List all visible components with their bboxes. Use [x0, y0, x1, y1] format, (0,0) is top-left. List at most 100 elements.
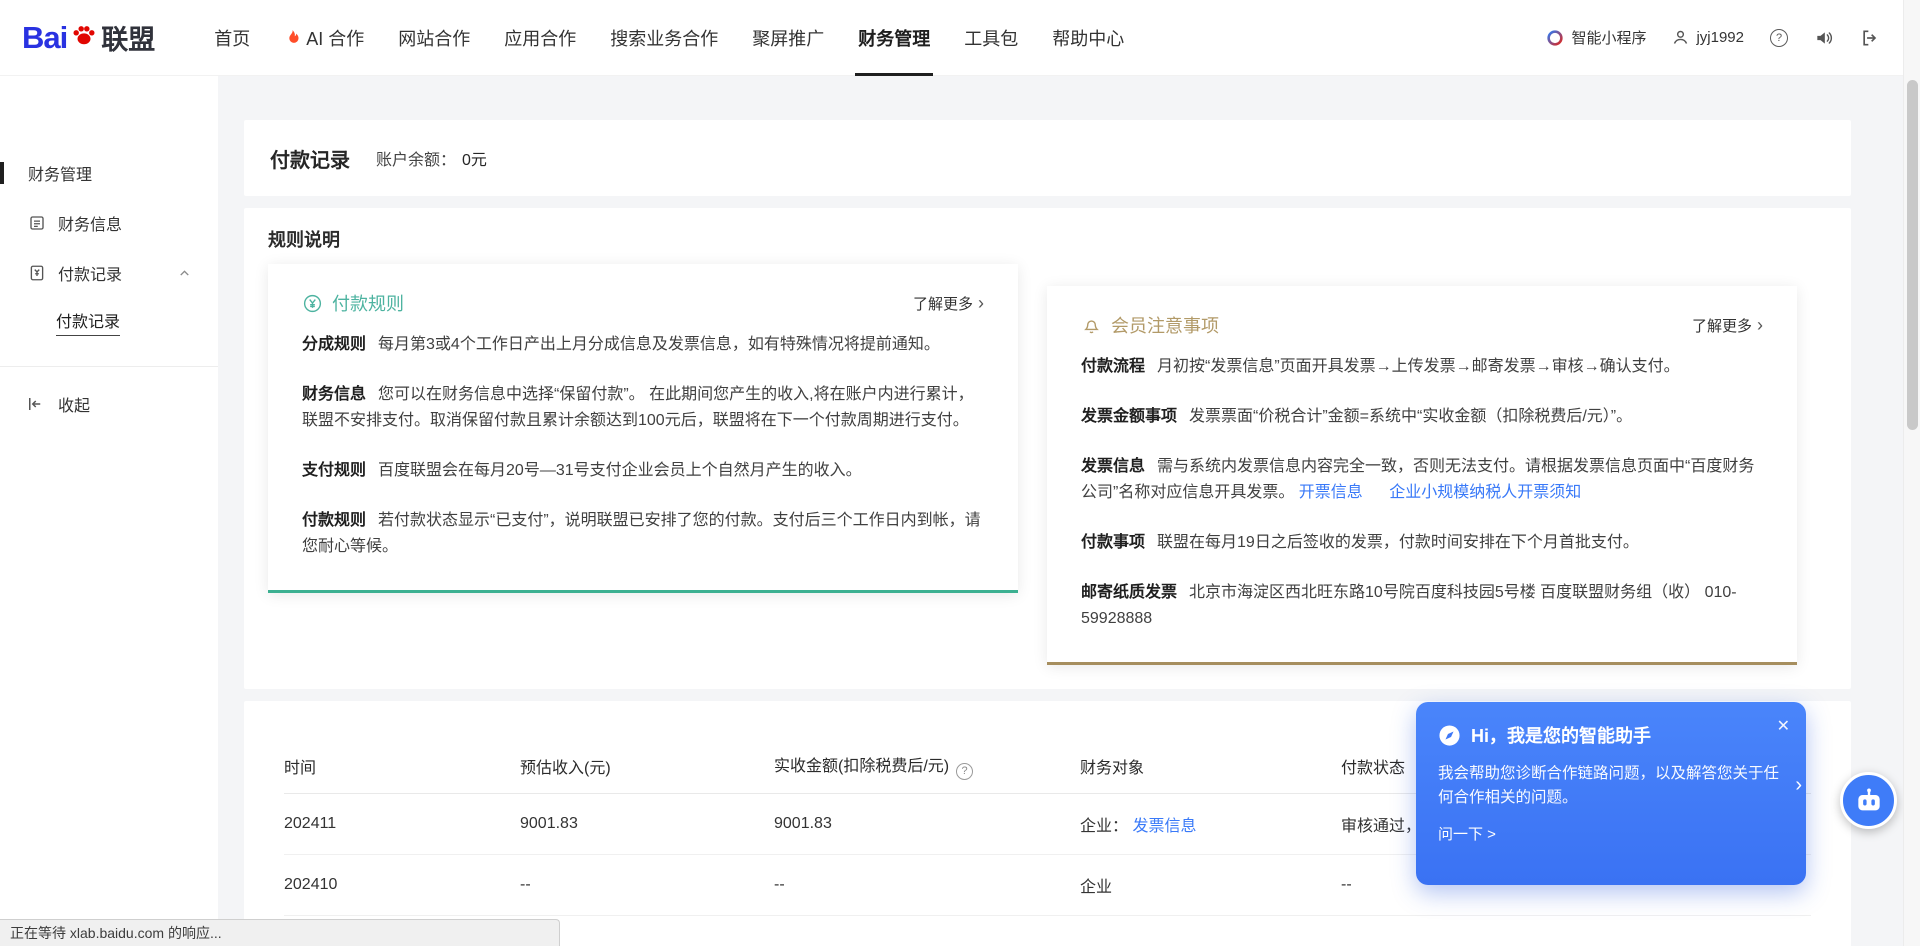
small-taxpayer-invoice-guide-link[interactable]: 企业小规模纳税人开票须知 [1389, 484, 1581, 501]
member-notes-title-row: 会员注意事项 [1081, 312, 1219, 338]
collapse-icon [26, 395, 44, 413]
nav-item-app-cooperation[interactable]: 应用合作 [487, 0, 593, 76]
sidebar-collapse-label: 收起 [58, 392, 90, 416]
sidebar-divider [0, 366, 218, 367]
popup-side-chevron-icon[interactable]: › [1795, 774, 1802, 797]
rule-item: 发票信息需与系统内发票信息内容完全一致，否则无法支付。请根据发票信息页面中“百度… [1081, 454, 1763, 506]
payment-rules-title: 付款规则 [332, 290, 404, 316]
vertical-scrollbar[interactable] [1903, 0, 1920, 946]
rules-section-title: 规则说明 [268, 226, 1827, 252]
balance-value: 0元 [462, 146, 487, 170]
flame-icon [284, 28, 301, 47]
scrollbar-thumb[interactable] [1907, 80, 1918, 430]
page-header-card: 付款记录 账户余额： 0元 [244, 120, 1851, 196]
nav-item-help-center[interactable]: 帮助中心 [1035, 0, 1141, 76]
status-text: 正在等待 xlab.baidu.com 的响应... [10, 923, 222, 943]
sidebar-item-finance-management[interactable]: 财务管理 [0, 148, 218, 198]
assistant-button[interactable] [1840, 772, 1897, 829]
nav-item-ai-label: AI 合作 [306, 25, 364, 51]
smart-mini-program-link[interactable]: 智能小程序 [1546, 27, 1646, 48]
cell-estimated: 9001.83 [520, 793, 774, 854]
nav-item-ai-cooperation[interactable]: AI 合作 [267, 0, 381, 76]
close-icon[interactable]: ✕ [1777, 716, 1790, 736]
sidebar-finance-management-label: 财务管理 [28, 161, 92, 185]
baidu-union-finance-page: { "icons": { "chevron_right": "›", "clos… [0, 0, 1920, 946]
nav-item-search-cooperation[interactable]: 搜索业务合作 [593, 0, 735, 76]
chevron-right-icon: › [1757, 316, 1763, 334]
logo-bai-text: Bai [22, 20, 67, 56]
assistant-ask-link[interactable]: 问一下 > [1438, 823, 1784, 844]
top-navbar: Bai 联盟 首页 AI 合作 网站合作 应用合作 搜索业务合作 聚屏推广 财务… [0, 0, 1920, 76]
rule-boxes: 付款规则 了解更多 › 分成规则每月第3或4个工作日产出上月分成信息及发票信息，… [268, 264, 1827, 665]
rule-item: 发票金额事项发票票面“价税合计”金额=系统中“实收金额（扣除税费后/元）”。 [1081, 404, 1763, 430]
sidebar-collapse-button[interactable]: 收起 [0, 379, 218, 429]
navbar-right-area: 智能小程序 jyj1992 ? [1546, 27, 1880, 48]
smart-mini-program-label: 智能小程序 [1571, 27, 1646, 48]
rule-item: 邮寄纸质发票北京市海淀区西北旺东路10号院百度科技园5号楼 百度联盟财务组（收）… [1081, 580, 1763, 632]
member-notes-card: 会员注意事项 了解更多 › 付款流程月初按“发票信息”页面开具发票→上传发票→邮… [1047, 286, 1797, 665]
page-title: 付款记录 [270, 144, 350, 173]
sidebar-item-payment-records[interactable]: 付款记录 [0, 248, 218, 298]
payment-records-icon [28, 264, 46, 282]
compass-icon [1438, 724, 1461, 747]
rule-item: 分成规则每月第3或4个工作日产出上月分成信息及发票信息，如有特殊情况将提前通知。 [302, 332, 984, 358]
more-label: 了解更多 [913, 293, 973, 314]
cell-finance-target: 企业 [1080, 854, 1341, 915]
assistant-robot-icon [1853, 785, 1885, 817]
assistant-popup-title: Hi，我是您的智能助手 [1471, 722, 1651, 748]
nav-item-finance-management[interactable]: 财务管理 [841, 0, 947, 76]
invoice-info-cell-link[interactable]: 发票信息 [1132, 818, 1196, 835]
left-sidebar: 财务管理 财务信息 付款记录 付款记录 收起 [0, 76, 218, 946]
nav-item-home[interactable]: 首页 [197, 0, 267, 76]
member-notes-title: 会员注意事项 [1111, 312, 1219, 338]
active-indicator-bar [0, 162, 4, 184]
baidu-union-logo[interactable]: Bai 联盟 [22, 18, 155, 57]
cell-actual: -- [774, 854, 1080, 915]
payment-rules-card: 付款规则 了解更多 › 分成规则每月第3或4个工作日产出上月分成信息及发票信息，… [268, 264, 1018, 593]
account-balance: 账户余额： 0元 [376, 146, 487, 170]
payment-rules-title-row: 付款规则 [302, 290, 404, 316]
cell-actual: 9001.83 [774, 793, 1080, 854]
rule-item: 财务信息您可以在财务信息中选择“保留付款”。 在此期间您产生的收入,将在账户内进… [302, 382, 984, 434]
cell-finance-target: 企业： 发票信息 [1080, 793, 1341, 854]
col-estimated-income: 预估收入(元) [520, 739, 774, 793]
payment-rules-more-link[interactable]: 了解更多 › [913, 293, 984, 314]
sidebar-finance-info-label: 财务信息 [58, 211, 122, 235]
sidebar-payment-records-label: 付款记录 [58, 261, 122, 285]
paw-icon [71, 22, 97, 48]
nav-item-toolkit[interactable]: 工具包 [947, 0, 1035, 76]
help-icon[interactable]: ? [1770, 29, 1788, 47]
balance-label: 账户余额： [376, 146, 456, 170]
col-time: 时间 [284, 739, 520, 793]
main-nav: 首页 AI 合作 网站合作 应用合作 搜索业务合作 聚屏推广 财务管理 工具包 … [197, 0, 1141, 76]
member-notes-more-link[interactable]: 了解更多 › [1692, 315, 1763, 336]
cell-time: 202411 [284, 793, 520, 854]
finance-info-icon [28, 214, 46, 232]
nav-item-screen-promotion[interactable]: 聚屏推广 [735, 0, 841, 76]
assistant-popup-header: Hi，我是您的智能助手 [1438, 722, 1784, 748]
chevron-up-icon [177, 266, 192, 281]
browser-status-bar: 正在等待 xlab.baidu.com 的响应... [0, 919, 560, 946]
col-finance-target: 财务对象 [1080, 739, 1341, 793]
logo-union-text: 联盟 [101, 18, 155, 57]
logout-icon[interactable] [1860, 28, 1880, 48]
cell-time: 202410 [284, 854, 520, 915]
sound-icon[interactable] [1814, 28, 1834, 48]
sidebar-item-finance-info[interactable]: 财务信息 [0, 198, 218, 248]
sidebar-subitem-payment-records[interactable]: 付款记录 [0, 298, 218, 346]
rule-item: 付款事项联盟在每月19日之后签收的发票，付款时间安排在下个月首批支付。 [1081, 530, 1763, 556]
chevron-right-icon: › [978, 294, 984, 312]
smart-mini-program-icon [1546, 29, 1564, 47]
invoice-info-link[interactable]: 开票信息 [1299, 484, 1363, 501]
cell-estimated: -- [520, 854, 774, 915]
sidebar-subitem-label: 付款记录 [56, 308, 120, 336]
user-account[interactable]: jyj1992 [1672, 29, 1744, 46]
assistant-popup: Hi，我是您的智能助手 ✕ 我会帮助您诊断合作链路问题，以及解答您关于任何合作相… [1416, 702, 1806, 885]
nav-item-website-cooperation[interactable]: 网站合作 [381, 0, 487, 76]
more-label: 了解更多 [1692, 315, 1752, 336]
rule-item: 支付规则百度联盟会在每月20号—31号支付企业会员上个自然月产生的收入。 [302, 458, 984, 484]
col-actual-amount: 实收金额(扣除税费后/元)? [774, 739, 1080, 793]
member-notes-bell-icon [1081, 315, 1102, 336]
payment-rules-icon [302, 293, 323, 314]
column-help-icon[interactable]: ? [956, 763, 973, 780]
